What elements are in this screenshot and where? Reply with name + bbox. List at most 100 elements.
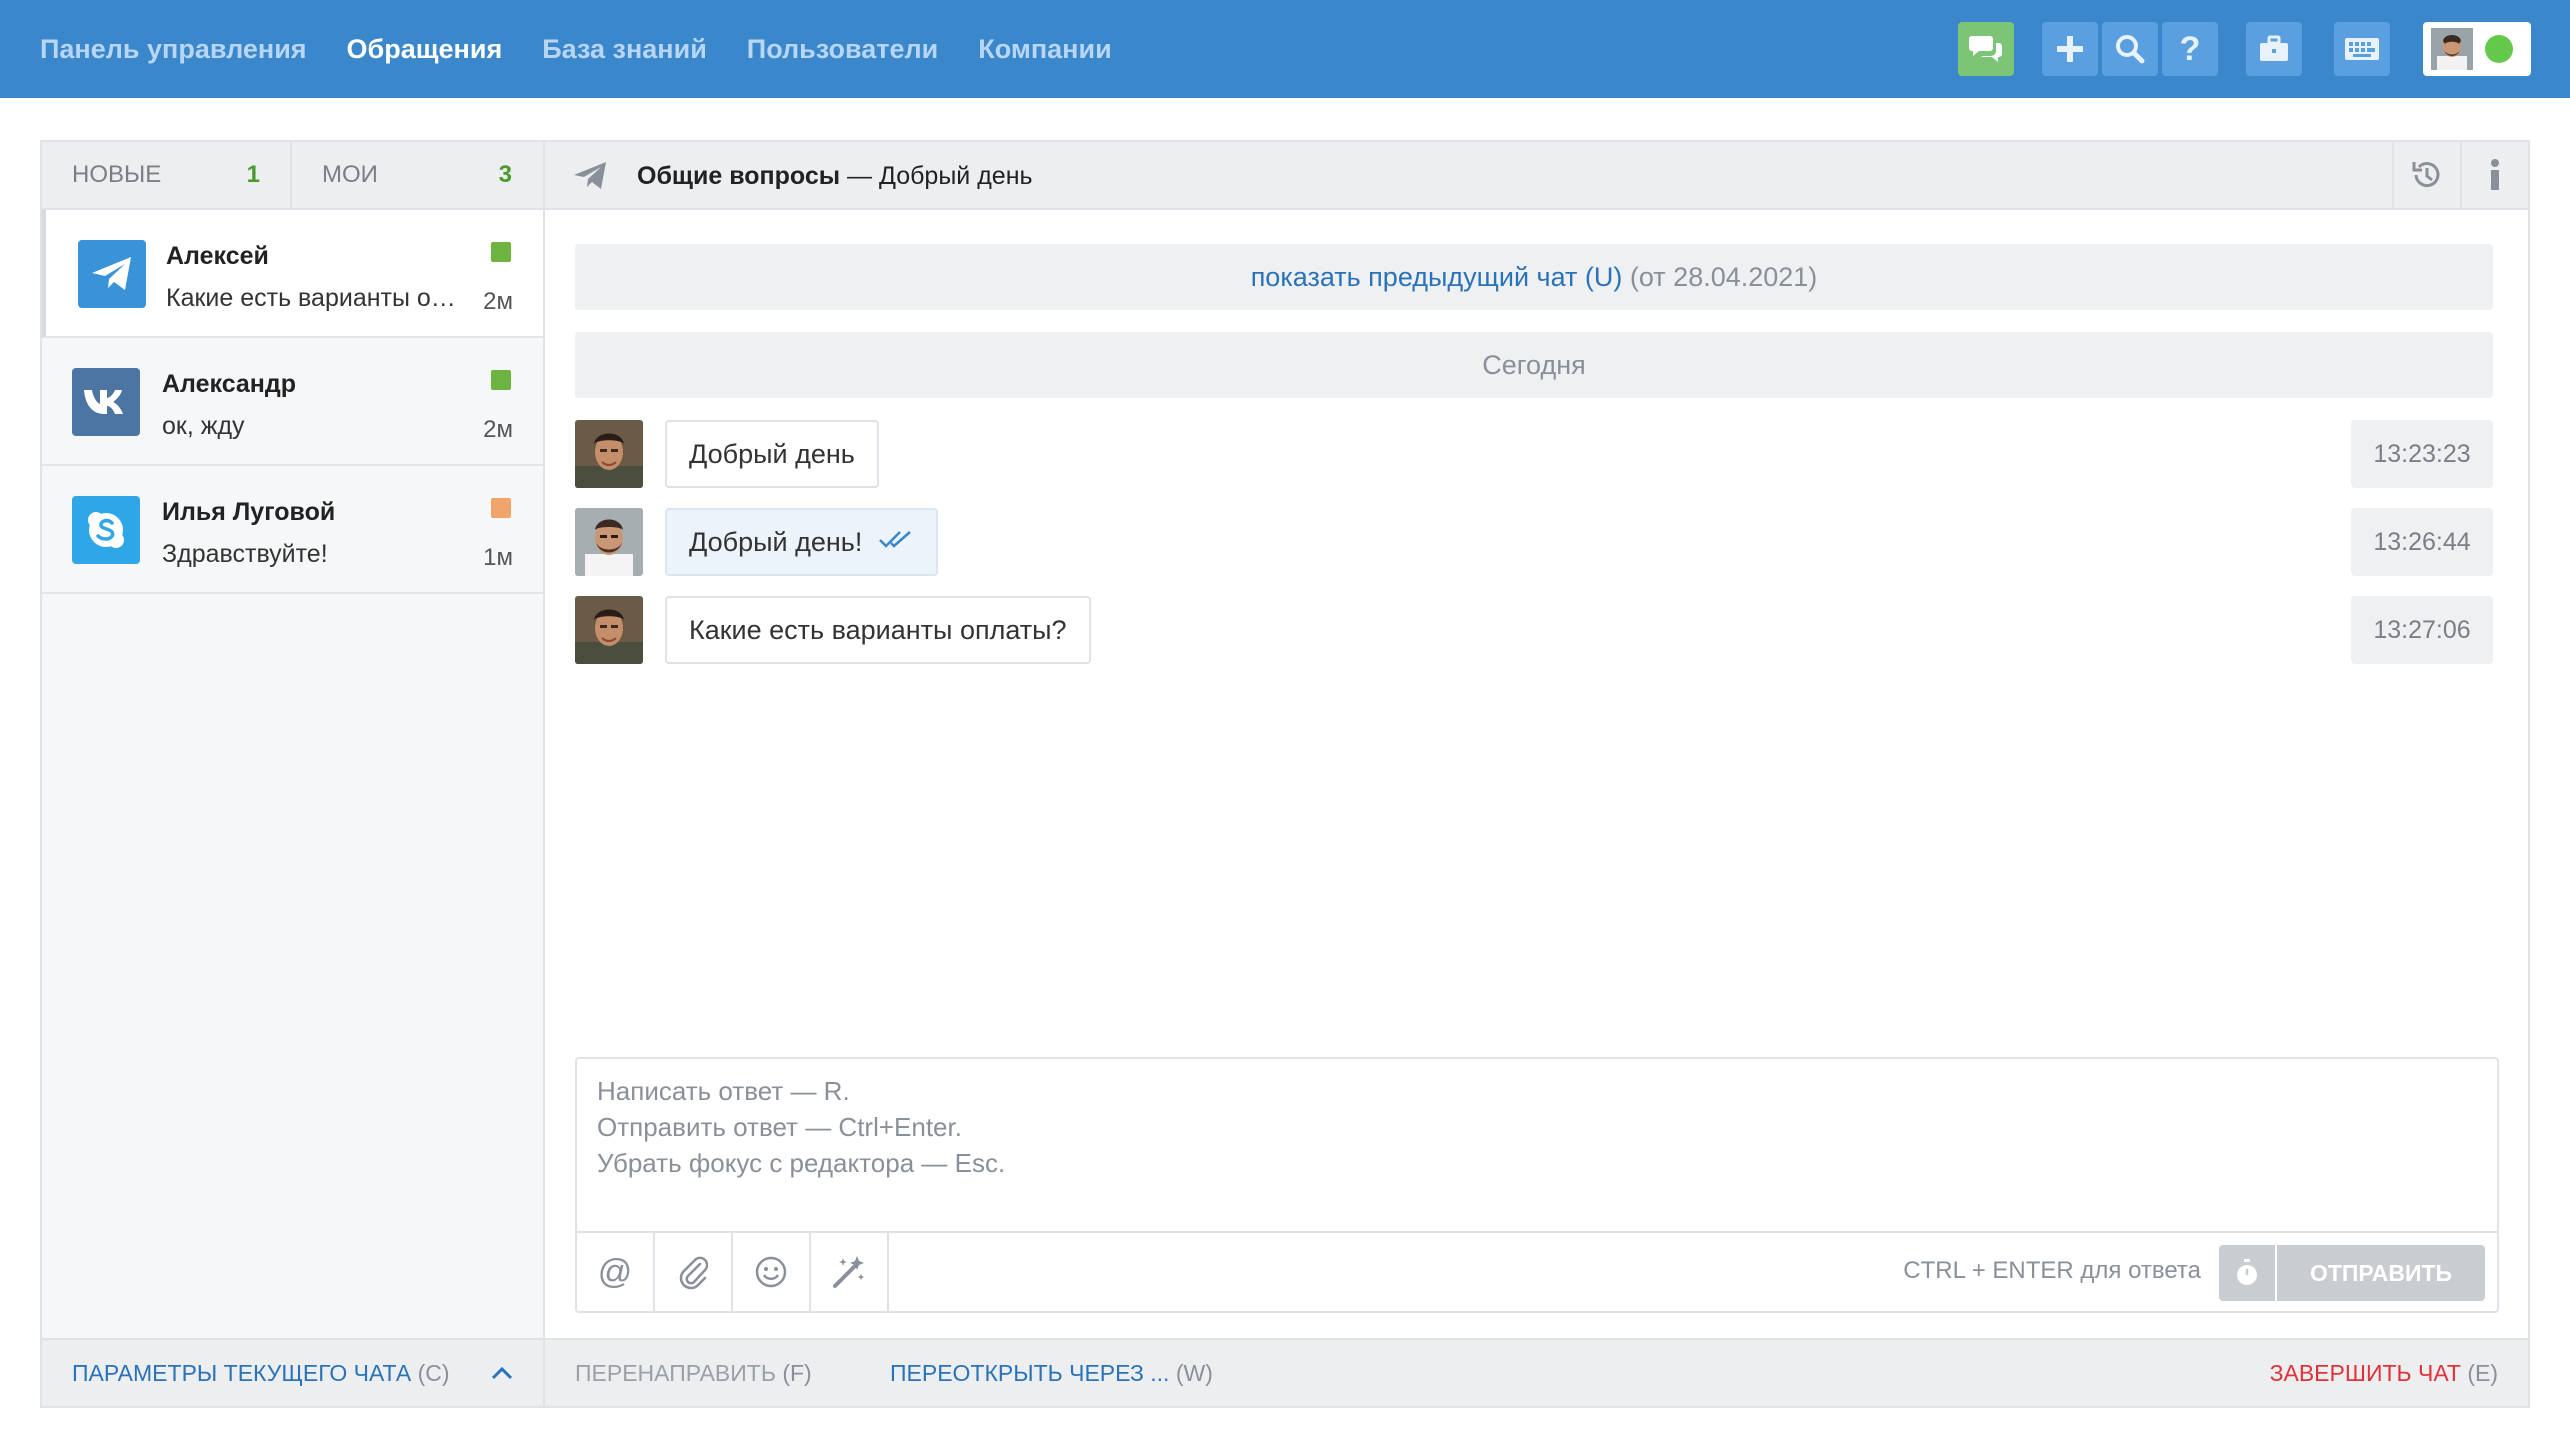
message-time: 13:26:44	[2351, 508, 2493, 576]
history-button[interactable]	[2392, 142, 2460, 208]
smiley-icon	[755, 1256, 787, 1288]
telegram-icon	[78, 240, 146, 308]
client-avatar	[575, 420, 643, 488]
telegram-channel-icon	[574, 162, 606, 189]
reply-editor[interactable]: Написать ответ — R. Отправить ответ — Ct…	[575, 1057, 2499, 1313]
emoji-button[interactable]	[733, 1233, 811, 1311]
search-button[interactable]	[2102, 22, 2158, 76]
tab-mine-count: 3	[498, 161, 512, 188]
search-icon	[2116, 35, 2145, 64]
stopwatch-icon	[2237, 1259, 2257, 1285]
tab-new-label: НОВЫЕ	[72, 161, 162, 188]
placeholder-line: Написать ответ — R.	[597, 1076, 850, 1106]
message-bubble: Добрый день!	[665, 508, 939, 576]
double-check-icon	[878, 528, 914, 556]
top-navigation-bar: Панель управления Обращения База знаний …	[0, 0, 2570, 98]
current-chat-params-label: ПАРАМЕТРЫ ТЕКУЩЕГО ЧАТА (C)	[72, 1359, 450, 1386]
message-text: Добрый день	[689, 438, 855, 469]
show-previous-chat-link[interactable]: показать предыдущий чат (U)	[1251, 262, 1623, 293]
date-divider: Сегодня	[575, 332, 2493, 398]
send-shortcut-hint: CTRL + ENTER для ответа	[1903, 1257, 2201, 1284]
magic-wand-icon	[833, 1256, 864, 1288]
chat-wait-time: 1м	[483, 544, 513, 571]
history-icon	[2412, 162, 2440, 188]
finish-chat-button[interactable]: ЗАВЕРШИТЬ ЧАТ (E)	[2270, 1360, 2498, 1387]
chat-bubbles-icon	[1969, 36, 2002, 62]
tab-new[interactable]: НОВЫЕ 1	[42, 142, 292, 208]
plus-icon	[2057, 36, 2083, 62]
chat-last-message: Какие есть варианты оплаты?	[166, 284, 466, 312]
message-time: 13:23:23	[2351, 420, 2493, 488]
skype-icon	[72, 496, 140, 564]
attach-button[interactable]	[655, 1233, 733, 1311]
message-bubble: Какие есть варианты оплаты?	[665, 596, 1091, 664]
conversation-panel: Общие вопросы — Добрый день показать пре…	[545, 142, 2528, 1406]
conversation-title: Общие вопросы — Добрый день	[637, 162, 1033, 190]
keyboard-icon	[2345, 38, 2379, 60]
date-divider-label: Сегодня	[1482, 349, 1586, 380]
briefcase-icon	[2260, 35, 2288, 61]
chat-list-item[interactable]: Алексей Какие есть варианты оплаты? 2м	[42, 210, 543, 338]
paperclip-icon	[679, 1256, 708, 1290]
chat-contact-name: Алексей	[166, 242, 269, 270]
current-chat-params-toggle[interactable]: ПАРАМЕТРЫ ТЕКУЩЕГО ЧАТА (C)	[42, 1338, 543, 1406]
nav-tickets[interactable]: Обращения	[347, 34, 503, 65]
chat-toggle-button[interactable]	[1958, 22, 2014, 76]
online-status-indicator	[2485, 35, 2513, 63]
nav-knowledge-base[interactable]: База знаний	[542, 34, 707, 65]
placeholder-line: Убрать фокус с редактора — Esc.	[597, 1148, 1006, 1178]
chat-last-message: ок, жду	[162, 412, 245, 440]
previous-chat-banner: показать предыдущий чат (U) (от 28.04.20…	[575, 244, 2493, 310]
message-row: Добрый день 13:23:23	[575, 420, 2493, 488]
tools-button[interactable]	[2246, 22, 2302, 76]
message-row: Какие есть варианты оплаты? 13:27:06	[575, 596, 2493, 664]
chat-status-indicator	[491, 498, 511, 518]
reply-editor-placeholder[interactable]: Написать ответ — R. Отправить ответ — Ct…	[597, 1073, 1005, 1181]
client-avatar	[575, 596, 643, 664]
user-menu[interactable]	[2423, 22, 2531, 76]
info-icon	[2491, 159, 2499, 190]
at-sign-icon: @	[597, 1252, 633, 1291]
chat-status-indicator	[491, 242, 511, 262]
conversation-actions: ПЕРЕНАПРАВИТЬ (F) ПЕРЕОТКРЫТЬ ЧЕРЕЗ ... …	[545, 1338, 2528, 1406]
chat-list-panel: НОВЫЕ 1 МОИ 3 Алексей Какие есть вариант…	[42, 142, 545, 1406]
chevron-up-icon	[491, 1359, 513, 1387]
send-button[interactable]: ОТПРАВИТЬ	[2277, 1245, 2485, 1301]
chat-list-tabs: НОВЫЕ 1 МОИ 3	[42, 142, 543, 210]
chat-list-item[interactable]: Александр ок, жду 2м	[42, 338, 543, 466]
editor-toolbar: @ CTRL + ENTER для ответа ОТПРАВИТЬ	[577, 1231, 2497, 1311]
tab-new-count: 1	[246, 161, 260, 188]
chat-workspace: НОВЫЕ 1 МОИ 3 Алексей Какие есть вариант…	[40, 140, 2530, 1408]
chat-last-message: Здравствуйте!	[162, 540, 328, 568]
delayed-send-button[interactable]	[2219, 1245, 2275, 1301]
vk-icon	[72, 368, 140, 436]
operator-avatar	[575, 508, 643, 576]
chat-status-indicator	[491, 370, 511, 390]
reopen-later-button[interactable]: ПЕРЕОТКРЫТЬ ЧЕРЕЗ ... (W)	[890, 1360, 1213, 1387]
chat-wait-time: 2м	[483, 288, 513, 315]
main-nav: Панель управления Обращения База знаний …	[40, 0, 1152, 98]
chat-list-item[interactable]: Илья Луговой Здравствуйте! 1м	[42, 466, 543, 594]
tab-mine[interactable]: МОИ 3	[292, 142, 542, 208]
templates-button[interactable]	[811, 1233, 889, 1311]
help-button[interactable]: ?	[2162, 22, 2218, 76]
question-icon: ?	[2179, 29, 2201, 68]
nav-users[interactable]: Пользователи	[747, 34, 938, 65]
previous-chat-date: (от 28.04.2021)	[1629, 261, 1818, 292]
placeholder-line: Отправить ответ — Ctrl+Enter.	[597, 1112, 962, 1142]
hotkeys-button[interactable]	[2334, 22, 2390, 76]
mention-button[interactable]: @	[577, 1233, 655, 1311]
nav-dashboard[interactable]: Панель управления	[40, 34, 307, 65]
chat-contact-name: Илья Луговой	[162, 498, 336, 526]
conversation-header: Общие вопросы — Добрый день	[545, 142, 2528, 210]
nav-companies[interactable]: Компании	[978, 34, 1111, 65]
chat-contact-name: Александр	[162, 370, 297, 398]
redirect-button[interactable]: ПЕРЕНАПРАВИТЬ (F)	[575, 1360, 812, 1387]
message-text: Добрый день!	[689, 526, 863, 557]
info-button[interactable]	[2460, 142, 2528, 208]
message-text: Какие есть варианты оплаты?	[689, 614, 1067, 645]
create-button[interactable]	[2042, 22, 2098, 76]
message-row: Добрый день! 13:26:44	[575, 508, 2493, 576]
tab-mine-label: МОИ	[322, 161, 378, 188]
message-bubble: Добрый день	[665, 420, 879, 488]
